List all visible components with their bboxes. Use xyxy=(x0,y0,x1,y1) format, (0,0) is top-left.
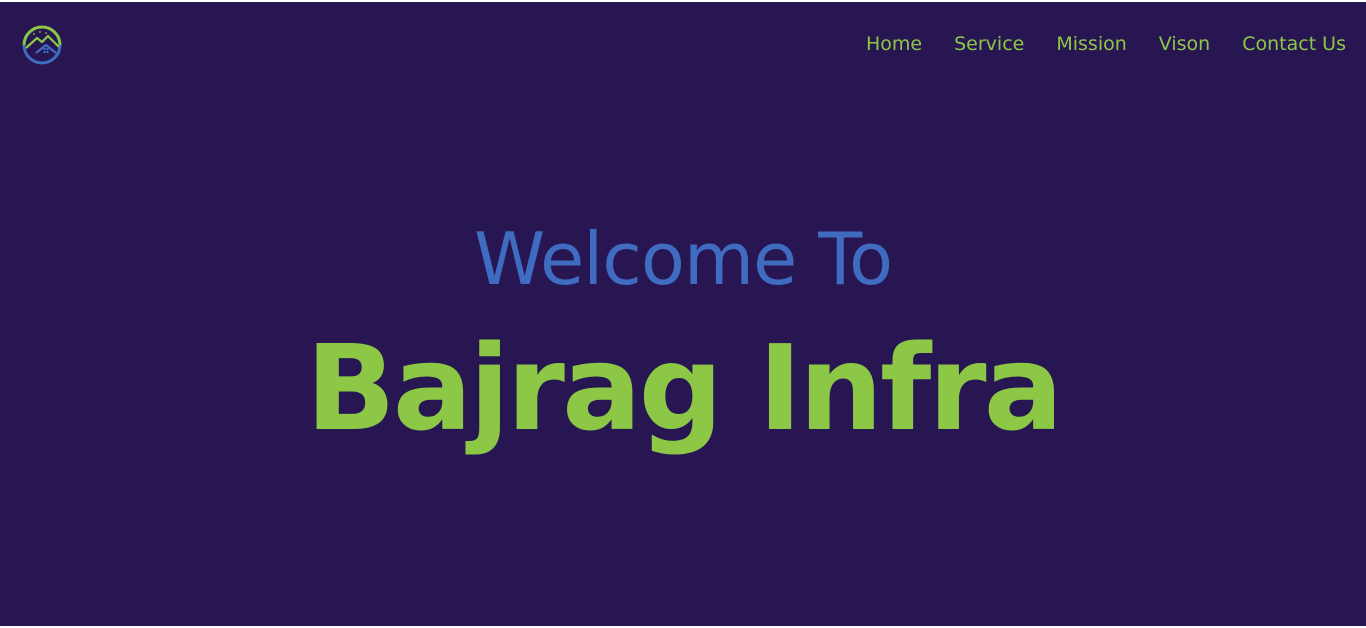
hero-section: Welcome To Bajrag Infra xyxy=(0,2,1366,626)
hero-title: Bajrag Infra xyxy=(305,319,1063,457)
page: Home Service Mission Vison Contact Us We… xyxy=(0,0,1366,628)
hero-greeting: Welcome To xyxy=(473,217,893,301)
